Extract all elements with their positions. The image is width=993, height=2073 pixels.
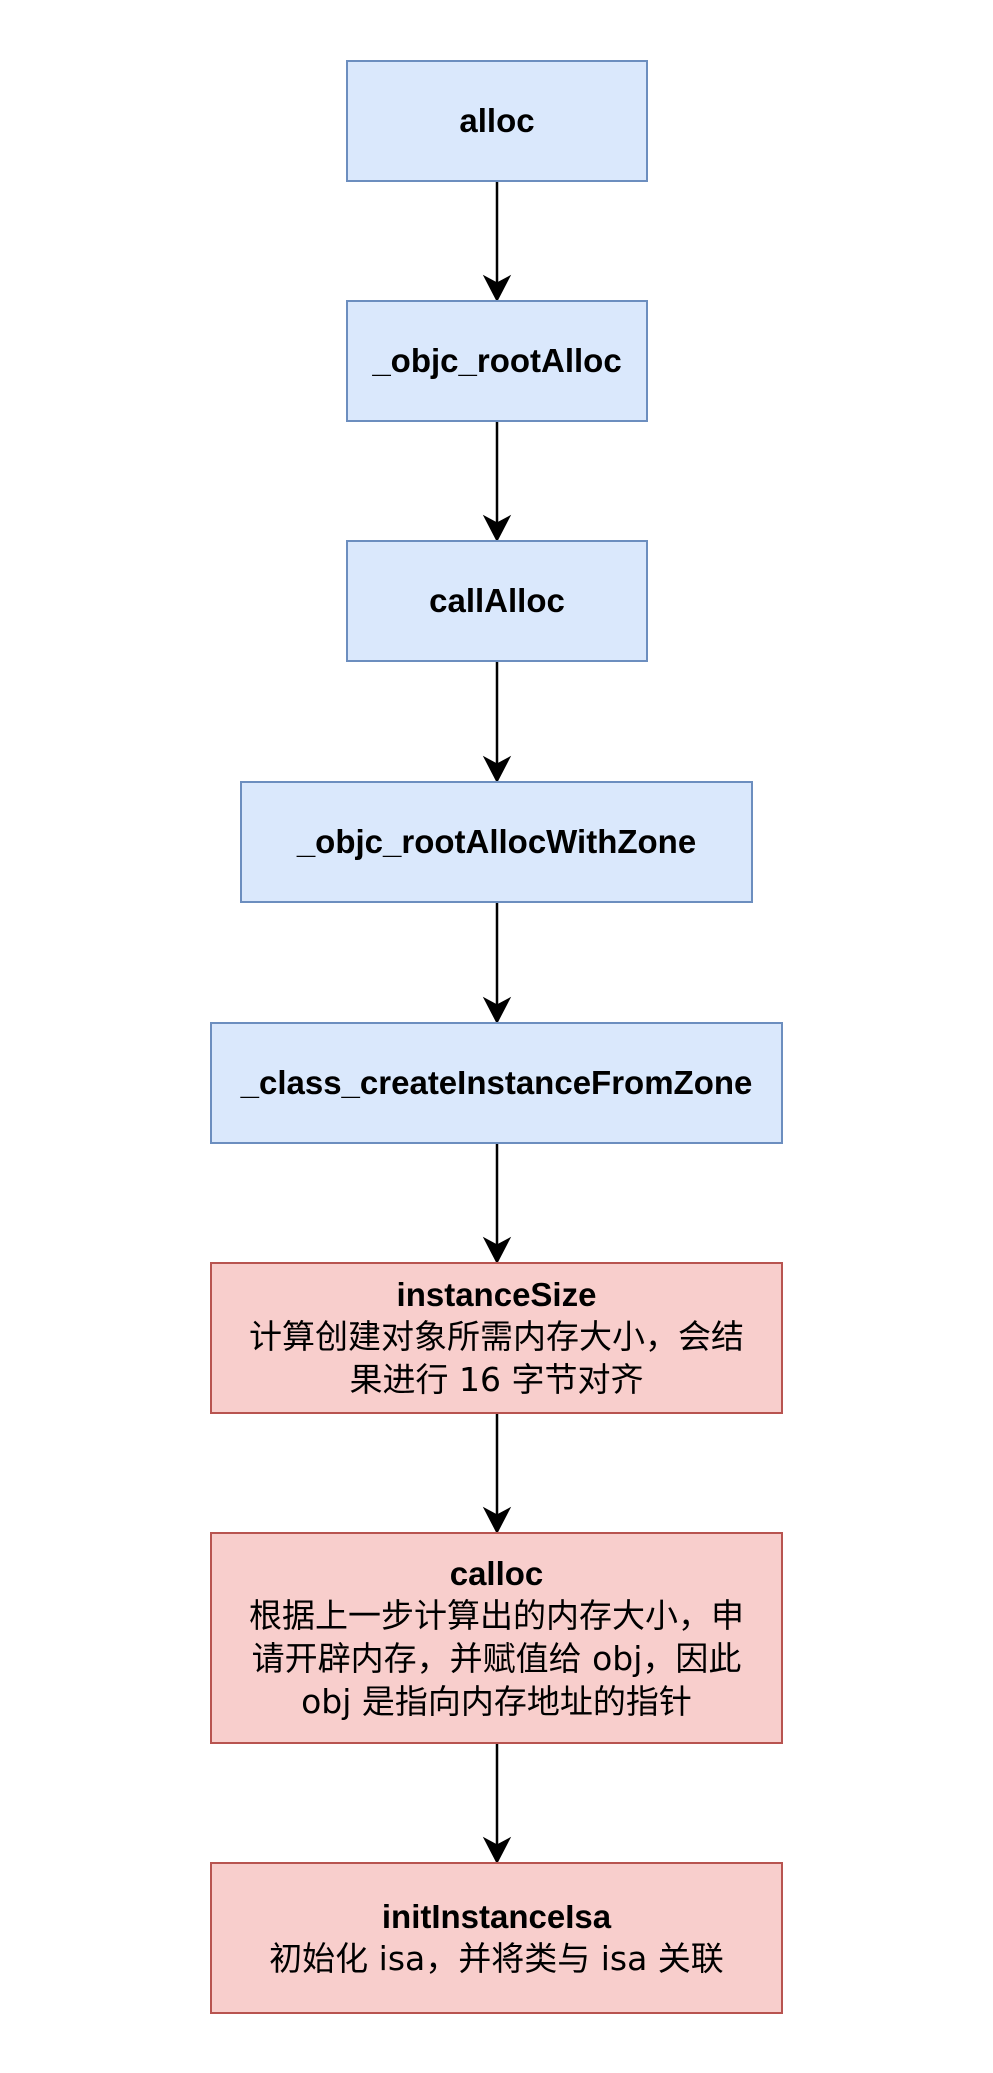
- flowchart: alloc _objc_rootAlloc callAlloc _objc_ro…: [0, 0, 993, 2073]
- node-callalloc: callAlloc: [346, 540, 648, 662]
- node-title: instanceSize: [396, 1276, 597, 1313]
- node-initinstanceisa: initInstanceIsa 初始化 isa，并将类与 isa 关联: [210, 1862, 783, 2014]
- node-objc-rootalloc: _objc_rootAlloc: [346, 300, 648, 422]
- node-title: _objc_rootAlloc: [372, 342, 622, 379]
- node-objc-rootallocwithzone: _objc_rootAllocWithZone: [240, 781, 753, 903]
- node-class-createinstancefromzone: _class_createInstanceFromZone: [210, 1022, 783, 1144]
- node-description-line: 请开辟内存，并赋值给 obj，因此: [251, 1638, 742, 1678]
- node-instancesize: instanceSize 计算创建对象所需内存大小，会结 果进行 16 字节对齐: [210, 1262, 783, 1414]
- node-calloc: calloc 根据上一步计算出的内存大小，申 请开辟内存，并赋值给 obj，因此…: [210, 1532, 783, 1744]
- node-title: callAlloc: [429, 582, 565, 619]
- node-title: initInstanceIsa: [381, 1897, 612, 1935]
- node-title: _class_createInstanceFromZone: [240, 1064, 753, 1101]
- node-alloc: alloc: [346, 60, 648, 182]
- node-title: _objc_rootAllocWithZone: [296, 823, 697, 860]
- node-description-line: 根据上一步计算出的内存大小，申: [249, 1595, 744, 1635]
- node-description-line: 果进行 16 字节对齐: [349, 1360, 644, 1399]
- node-title: calloc: [449, 1554, 544, 1592]
- node-description-line: 计算创建对象所需内存大小，会结: [249, 1317, 744, 1356]
- node-description-line: 初始化 isa，并将类与 isa 关联: [269, 1938, 724, 1978]
- node-title: alloc: [459, 102, 535, 139]
- node-description-line: obj 是指向内存地址的指针: [301, 1681, 692, 1721]
